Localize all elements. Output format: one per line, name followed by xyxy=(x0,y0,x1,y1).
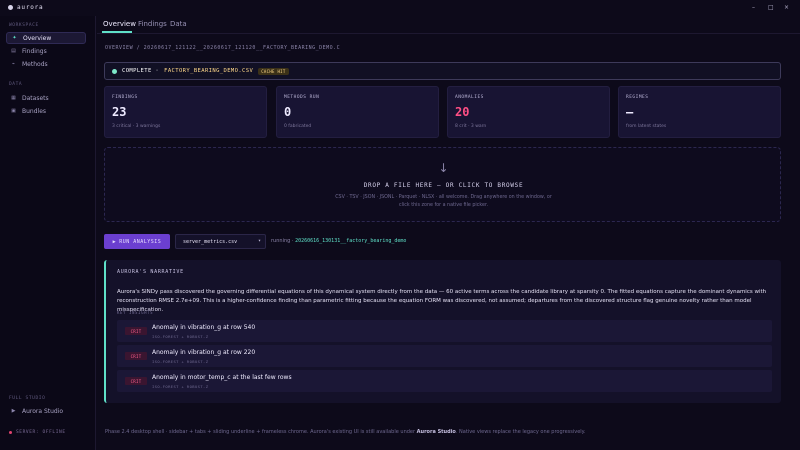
card-value: – xyxy=(626,105,634,119)
insight-row[interactable]: CRIT Anomaly in vibration_g at row 540 I… xyxy=(117,320,772,342)
insight-meta: ISO-FOREST + ROBUST-Z xyxy=(152,359,209,364)
sidebar-item-overview[interactable]: ✦ Overview xyxy=(6,32,86,44)
regimes-card[interactable]: REGIMES – from latent states xyxy=(618,86,781,138)
sidebar-item-methods[interactable]: ⌁ Methods xyxy=(6,58,86,70)
footer-text: Phase 2.4 desktop shell · sidebar + tabs… xyxy=(105,429,416,435)
card-label: METHODS RUN xyxy=(284,95,320,100)
insight-row[interactable]: CRIT Anomaly in vibration_g at row 220 I… xyxy=(117,345,772,367)
tab-bar: Overview Findings Data xyxy=(97,16,800,34)
key-insights-heading: KEY INSIGHTS xyxy=(117,310,154,315)
sidebar-item-findings[interactable]: ▤ Findings xyxy=(6,45,86,57)
logo-dot-icon xyxy=(8,5,13,10)
sidebar-item-aurora-studio[interactable]: ▶ Aurora Studio xyxy=(6,405,86,417)
sidebar-heading-workspace: WORKSPACE xyxy=(9,23,39,28)
sidebar-item-bundles[interactable]: ▣ Bundles xyxy=(6,105,86,117)
running-status: running · 20260616_130131__factory_beari… xyxy=(271,238,406,244)
insight-row[interactable]: CRIT Anomaly in motor_temp_c at the last… xyxy=(117,370,772,392)
play-icon: ▶ xyxy=(11,408,16,414)
dropzone-subtitle-line: CSV · TSV · JSON · JSONL · Parquet · NLS… xyxy=(335,195,552,200)
sidebar-item-label: Findings xyxy=(22,47,47,55)
sidebar-item-label: Aurora Studio xyxy=(22,407,64,415)
list-icon: ▤ xyxy=(11,48,16,54)
server-status: SERVER: OFFLINE xyxy=(9,430,66,435)
card-label: FINDINGS xyxy=(112,95,138,100)
running-run-id: 20260616_130131__factory_bearing_demo xyxy=(295,238,407,244)
card-label: REGIMES xyxy=(626,95,649,100)
dropzone-subtitle: CSV · TSV · JSON · JSONL · Parquet · NLS… xyxy=(105,194,782,210)
footer-note: Phase 2.4 desktop shell · sidebar + tabs… xyxy=(105,429,586,435)
grid-icon: ▦ xyxy=(11,95,16,101)
banner-status: COMPLETE · xyxy=(122,68,160,74)
run-analysis-label: RUN ANALYSIS xyxy=(119,238,162,245)
card-subtext: 8 crit · 3 warn xyxy=(455,124,487,129)
download-arrow-icon: ↓ xyxy=(438,161,449,175)
narrative-heading: AURORA'S NARRATIVE xyxy=(117,269,184,275)
minimize-button[interactable]: – xyxy=(752,4,755,11)
tab-findings[interactable]: Findings xyxy=(138,20,167,28)
severity-badge: CRIT xyxy=(125,327,147,335)
sidebar-item-label: Bundles xyxy=(22,107,47,115)
card-label: ANOMALIES xyxy=(455,95,484,100)
tab-data[interactable]: Data xyxy=(170,20,187,28)
close-button[interactable]: × xyxy=(784,4,789,11)
narrative-panel: AURORA'S NARRATIVE Aurora's SINDy pass d… xyxy=(104,260,781,403)
card-subtext: 0 fabricated xyxy=(284,124,312,129)
banner-file-name: FACTORY_BEARING_DEMO.CSV xyxy=(164,68,254,74)
play-icon: ▶ xyxy=(112,238,117,245)
findings-card[interactable]: FINDINGS 23 3 critical · 3 warnings xyxy=(104,86,267,138)
methods-run-card[interactable]: METHODS RUN 0 0 fabricated xyxy=(276,86,439,138)
status-banner: COMPLETE · FACTORY_BEARING_DEMO.CSV CACH… xyxy=(104,62,781,80)
status-dot-icon xyxy=(9,431,12,434)
tab-overview[interactable]: Overview xyxy=(103,20,136,28)
package-icon: ▣ xyxy=(11,108,16,114)
sidebar-item-label: Datasets xyxy=(22,94,49,102)
card-value: 0 xyxy=(284,105,292,119)
running-prefix: running · xyxy=(271,238,296,244)
title-bar: aurora – □ × xyxy=(0,0,800,16)
cache-badge: CACHE HIT xyxy=(258,67,289,75)
dataset-select[interactable]: server_metrics.csv ▾ xyxy=(175,234,266,249)
narrative-body: Aurora's SINDy pass discovered the gover… xyxy=(117,289,767,313)
insight-title: Anomaly in vibration_g at row 540 xyxy=(152,324,256,331)
card-value: 20 xyxy=(455,105,470,119)
server-status-text: SERVER: OFFLINE xyxy=(16,430,66,435)
severity-badge: CRIT xyxy=(125,352,147,360)
sparkle-icon: ✦ xyxy=(12,35,17,41)
file-dropzone[interactable]: ↓ DROP A FILE HERE — OR CLICK TO BROWSE … xyxy=(104,147,781,222)
sidebar-item-label: Overview xyxy=(23,34,52,42)
tab-underline xyxy=(102,31,132,33)
sidebar-item-datasets[interactable]: ▦ Datasets xyxy=(6,92,86,104)
sidebar-heading-full-studio: FULL STUDIO xyxy=(9,396,46,401)
function-icon: ⌁ xyxy=(11,61,15,67)
dataset-select-value: server_metrics.csv xyxy=(183,238,238,245)
sidebar-heading-data: DATA xyxy=(9,82,23,87)
insight-meta: ISO-FOREST + ROBUST-Z xyxy=(152,384,209,389)
aurora-studio-link[interactable]: Aurora Studio xyxy=(417,429,456,435)
insight-title: Anomaly in vibration_g at row 220 xyxy=(152,349,256,356)
chevron-down-icon: ▾ xyxy=(257,238,261,244)
insight-meta: ISO-FOREST + ROBUST-Z xyxy=(152,334,209,339)
breadcrumb: OVERVIEW / 20260617_121122__20260617_121… xyxy=(105,45,341,51)
severity-badge: CRIT xyxy=(125,377,147,385)
dropzone-title: DROP A FILE HERE — OR CLICK TO BROWSE xyxy=(363,182,524,189)
complete-dot-icon xyxy=(112,68,117,74)
run-analysis-button[interactable]: ▶ RUN ANALYSIS xyxy=(104,234,170,249)
sidebar: WORKSPACE ✦ Overview ▤ Findings ⌁ Method… xyxy=(0,16,96,450)
footer-text: . Native views replace the legacy one pr… xyxy=(455,429,586,435)
app-name: aurora xyxy=(17,4,44,11)
sidebar-item-label: Methods xyxy=(22,60,48,68)
card-value: 23 xyxy=(112,105,127,119)
insight-title: Anomaly in motor_temp_c at the last few … xyxy=(152,374,292,381)
app-brand: aurora xyxy=(8,4,43,11)
card-subtext: from latent states xyxy=(626,124,667,129)
maximize-button[interactable]: □ xyxy=(768,4,774,11)
dropzone-subtitle-line: click this zone for a native file picker… xyxy=(398,203,489,208)
card-subtext: 3 critical · 3 warnings xyxy=(112,124,161,129)
anomalies-card[interactable]: ANOMALIES 20 8 crit · 3 warn xyxy=(447,86,610,138)
